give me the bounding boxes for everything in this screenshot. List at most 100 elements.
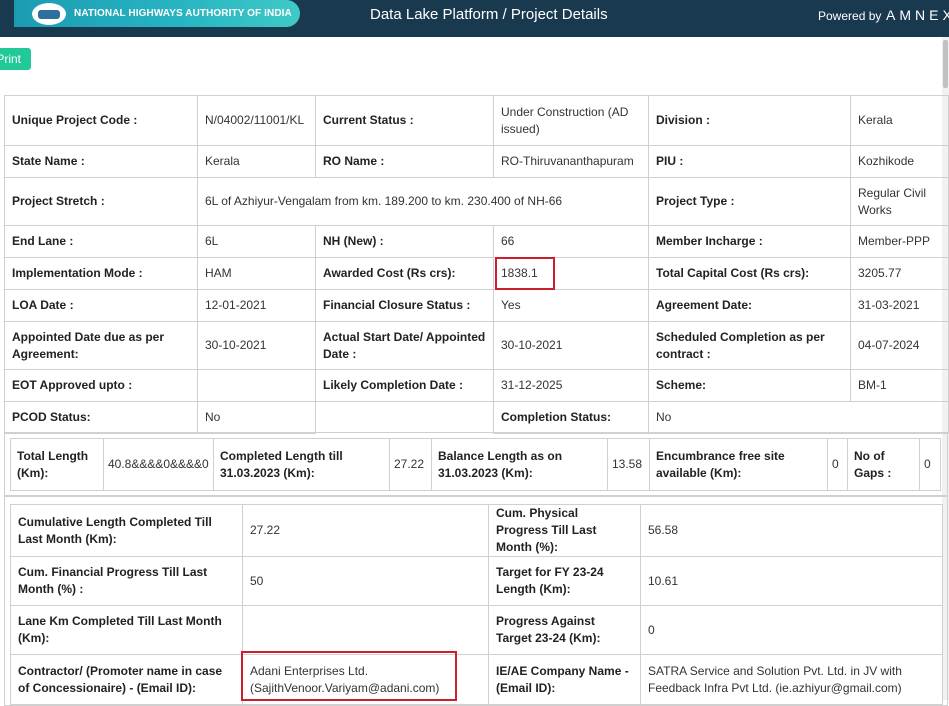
table-row: Cum. Financial Progress Till Last Month … xyxy=(10,556,943,606)
likely-completion-value: 31-12-2025 xyxy=(493,369,649,402)
target-fy-value: 10.61 xyxy=(640,556,943,606)
completed-length-value: 27.22 xyxy=(389,438,432,491)
current-status-label: Current Status : xyxy=(315,95,494,146)
table-row: State Name : Kerala RO Name : RO-Thiruva… xyxy=(4,145,949,178)
eot-approved-label: EOT Approved upto : xyxy=(4,369,198,402)
actual-start-date-value: 30-10-2021 xyxy=(493,321,649,370)
no-of-gaps-value: 0 xyxy=(919,438,941,491)
end-lane-value: 6L xyxy=(197,225,316,258)
org-logo-banner[interactable]: NATIONAL HIGHWAYS AUTHORITY OF INDIA xyxy=(14,0,300,27)
lane-km-label: Lane Km Completed Till Last Month (Km): xyxy=(10,605,243,655)
state-name-label: State Name : xyxy=(4,145,198,178)
top-header-bar: NATIONAL HIGHWAYS AUTHORITY OF INDIA Dat… xyxy=(0,0,949,37)
piu-label: PIU : xyxy=(648,145,851,178)
scheme-label: Scheme: xyxy=(648,369,851,402)
piu-value: Kozhikode xyxy=(850,145,949,178)
end-lane-label: End Lane : xyxy=(4,225,198,258)
likely-completion-label: Likely Completion Date : xyxy=(315,369,494,402)
ie-company-label: IE/AE Company Name - (Email ID): xyxy=(488,654,641,705)
table-row: Appointed Date due as per Agreement: 30-… xyxy=(4,321,949,370)
powered-by-label: Powered by xyxy=(818,9,882,23)
financial-closure-label: Financial Closure Status : xyxy=(315,289,494,322)
awarded-cost-value: 1838.1 xyxy=(493,257,649,290)
project-type-value: Regular Civil Works xyxy=(850,177,949,226)
table-row: Contractor/ (Promoter name in case of Co… xyxy=(10,654,943,705)
encumbrance-free-value: 0 xyxy=(827,438,848,491)
member-incharge-value: Member-PPP xyxy=(850,225,949,258)
ie-company-value: SATRA Service and Solution Pvt. Ltd. in … xyxy=(640,654,943,705)
completion-status-label: Completion Status: xyxy=(493,401,649,434)
table-row: Project Stretch : 6L of Azhiyur-Vengalam… xyxy=(4,177,949,226)
empty-cell xyxy=(316,402,494,434)
page-title: Data Lake Platform / Project Details xyxy=(370,6,608,23)
ro-name-value: RO-Thiruvananthapuram xyxy=(493,145,649,178)
org-name: NATIONAL HIGHWAYS AUTHORITY OF INDIA xyxy=(74,8,292,19)
progress-target-value: 0 xyxy=(640,605,943,655)
length-summary-table: Total Length (Km): 40.8&&&&0&&&&0 Comple… xyxy=(10,438,941,491)
table-row: Total Length (Km): 40.8&&&&0&&&&0 Comple… xyxy=(10,438,941,491)
agreement-date-label: Agreement Date: xyxy=(648,289,851,322)
cum-length-label: Cumulative Length Completed Till Last Mo… xyxy=(10,504,243,557)
appointed-date-label: Appointed Date due as per Agreement: xyxy=(4,321,198,370)
scheduled-completion-label: Scheduled Completion as per contract : xyxy=(648,321,851,370)
balance-length-value: 13.58 xyxy=(607,438,650,491)
eot-approved-value xyxy=(197,369,316,402)
completed-length-label: Completed Length till 31.03.2023 (Km): xyxy=(213,438,390,491)
actual-start-date-label: Actual Start Date/ Appointed Date : xyxy=(315,321,494,370)
no-of-gaps-label: No of Gaps : xyxy=(847,438,920,491)
contractor-label: Contractor/ (Promoter name in case of Co… xyxy=(10,654,243,705)
state-name-value: Kerala xyxy=(197,145,316,178)
nh-new-value: 66 xyxy=(493,225,649,258)
project-code-label: Unique Project Code : xyxy=(4,95,198,146)
loa-date-label: LOA Date : xyxy=(4,289,198,322)
ro-name-label: RO Name : xyxy=(315,145,494,178)
pcod-status-value: No xyxy=(197,401,316,434)
agreement-date-value: 31-03-2021 xyxy=(850,289,949,322)
scheme-value: BM-1 xyxy=(850,369,949,402)
project-code-value: N/04002/11001/KL xyxy=(197,95,316,146)
nhai-logo-icon xyxy=(32,3,66,25)
contractor-value: Adani Enterprises Ltd. (SajithVenoor.Var… xyxy=(242,654,489,705)
completion-status-value: No xyxy=(648,401,949,434)
member-incharge-label: Member Incharge : xyxy=(648,225,851,258)
scrollbar-thumb[interactable] xyxy=(943,40,948,88)
total-length-label: Total Length (Km): xyxy=(10,438,104,491)
table-row: Implementation Mode : HAM Awarded Cost (… xyxy=(4,257,949,290)
table-row: EOT Approved upto : Likely Completion Da… xyxy=(4,369,949,402)
brand-logo: AMNEX xyxy=(886,7,949,23)
awarded-cost-label: Awarded Cost (Rs crs): xyxy=(315,257,494,290)
financial-closure-value: Yes xyxy=(493,289,649,322)
encumbrance-free-label: Encumbrance free site available (Km): xyxy=(649,438,828,491)
table-row: Lane Km Completed Till Last Month (Km): … xyxy=(10,605,943,655)
lane-km-value xyxy=(242,605,489,655)
scheduled-completion-value: 04-07-2024 xyxy=(850,321,949,370)
nh-new-label: NH (New) : xyxy=(315,225,494,258)
cum-length-value: 27.22 xyxy=(242,504,489,557)
cum-physical-value: 56.58 xyxy=(640,504,943,557)
print-button[interactable]: Print xyxy=(0,48,31,70)
current-status-value: Under Construction (AD issued) xyxy=(493,95,649,146)
pcod-status-label: PCOD Status: xyxy=(4,401,198,434)
project-details-table: Unique Project Code : N/04002/11001/KL C… xyxy=(4,95,949,434)
implementation-mode-value: HAM xyxy=(197,257,316,290)
division-label: Division : xyxy=(648,95,851,146)
project-type-label: Project Type : xyxy=(648,177,851,226)
table-row: PCOD Status: No Completion Status: No xyxy=(4,401,949,434)
project-stretch-label: Project Stretch : xyxy=(4,177,198,226)
cum-financial-label: Cum. Financial Progress Till Last Month … xyxy=(10,556,243,606)
table-row: Cumulative Length Completed Till Last Mo… xyxy=(10,504,943,557)
division-value: Kerala xyxy=(850,95,949,146)
loa-date-value: 12-01-2021 xyxy=(197,289,316,322)
implementation-mode-label: Implementation Mode : xyxy=(4,257,198,290)
total-capital-cost-label: Total Capital Cost (Rs crs): xyxy=(648,257,851,290)
table-row: LOA Date : 12-01-2021 Financial Closure … xyxy=(4,289,949,322)
progress-table: Cumulative Length Completed Till Last Mo… xyxy=(10,504,943,705)
table-row: Unique Project Code : N/04002/11001/KL C… xyxy=(4,95,949,146)
progress-target-label: Progress Against Target 23-24 (Km): xyxy=(488,605,641,655)
project-stretch-value: 6L of Azhiyur-Vengalam from km. 189.200 … xyxy=(197,177,649,226)
cum-financial-value: 50 xyxy=(242,556,489,606)
appointed-date-value: 30-10-2021 xyxy=(197,321,316,370)
cum-physical-label: Cum. Physical Progress Till Last Month (… xyxy=(488,504,641,557)
table-row: End Lane : 6L NH (New) : 66 Member Incha… xyxy=(4,225,949,258)
balance-length-label: Balance Length as on 31.03.2023 (Km): xyxy=(431,438,608,491)
